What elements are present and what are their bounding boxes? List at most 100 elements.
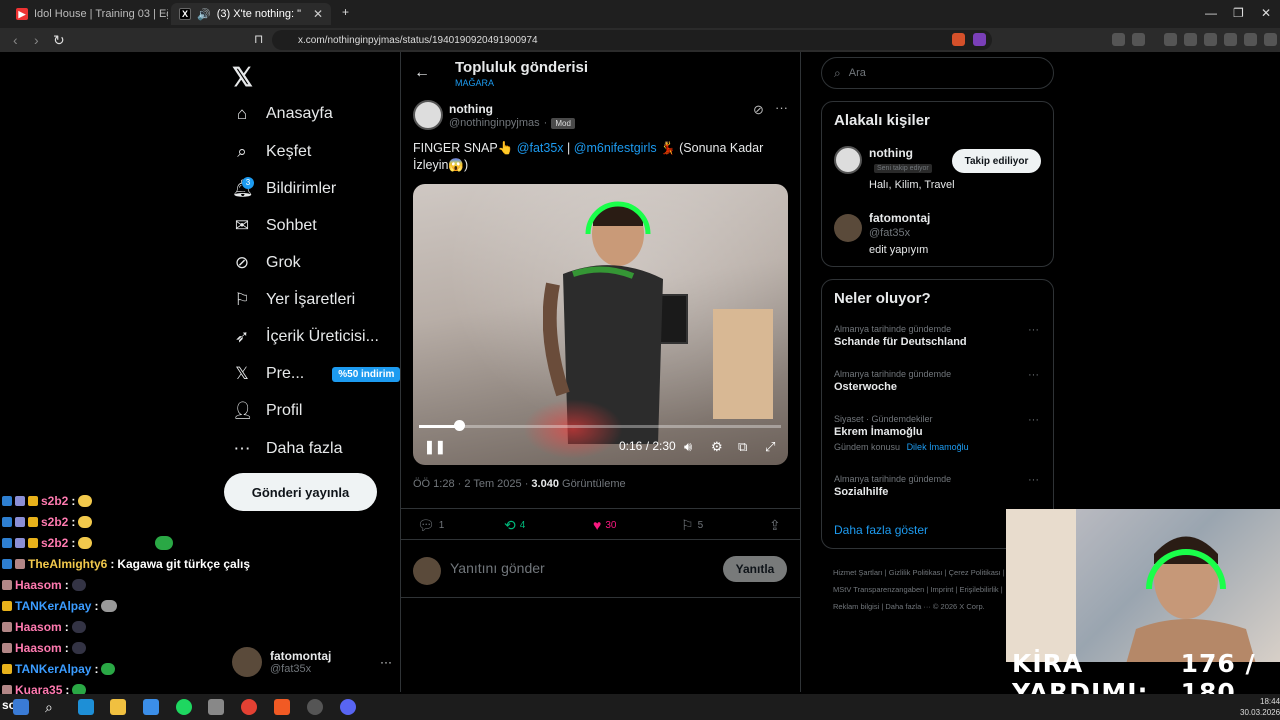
footer-link[interactable]: Erişilebilirlik xyxy=(959,585,998,594)
pause-icon[interactable]: ❚❚ xyxy=(424,439,446,455)
nav-home[interactable]: ⌂ Anasayfa xyxy=(232,100,333,128)
back-icon[interactable]: ‹ xyxy=(13,32,18,48)
brave-rewards-icon[interactable] xyxy=(973,33,986,46)
reload-icon[interactable]: ↻ xyxy=(53,32,65,49)
bookmark-action[interactable]: ⚐ 5 xyxy=(681,517,703,534)
footer-link[interactable]: Çerez Politikası xyxy=(949,568,1001,577)
video-scrubber-handle[interactable] xyxy=(453,420,465,431)
chat-username[interactable]: Haasom xyxy=(15,578,62,592)
more-icon[interactable]: ··· xyxy=(1028,324,1039,336)
calculator-icon[interactable] xyxy=(208,699,224,715)
chat-username[interactable]: Haasom xyxy=(15,641,62,655)
sidebar-icon[interactable] xyxy=(1184,33,1197,46)
close-tab-icon[interactable]: ✕ xyxy=(313,7,323,21)
chat-username[interactable]: s2b2 xyxy=(41,536,68,550)
forward-icon[interactable]: › xyxy=(34,32,39,48)
person-name[interactable]: nothing xyxy=(869,146,913,160)
more-icon[interactable]: ··· xyxy=(1028,414,1039,426)
discord-icon[interactable] xyxy=(340,699,356,715)
window-close-icon[interactable]: ✕ xyxy=(1261,6,1271,20)
fullscreen-icon[interactable]: ⤢ xyxy=(765,439,775,455)
volume-icon[interactable]: 🔊︎ xyxy=(684,439,692,455)
new-tab-icon[interactable]: + xyxy=(342,5,349,19)
nav-bookmarks[interactable]: ⚐ Yer İşaretleri xyxy=(232,286,355,314)
pip-icon[interactable]: ⧉ xyxy=(738,439,747,455)
nav-more[interactable]: ⋯ Daha fazla xyxy=(232,435,343,463)
community-link[interactable]: MAĞARA xyxy=(455,78,494,88)
trend-item[interactable]: Almanya tarihinde gündemde Osterwoche xyxy=(834,369,951,393)
extension-icon[interactable] xyxy=(1112,33,1125,46)
account-switcher[interactable]: fatomontaj @fat35x ··· xyxy=(232,644,392,680)
footer-link[interactable]: Imprint xyxy=(930,585,953,594)
windows-start-icon[interactable] xyxy=(13,699,29,715)
ai-icon[interactable] xyxy=(1224,33,1237,46)
following-button[interactable]: Takip ediliyor xyxy=(952,149,1041,173)
mail-icon[interactable] xyxy=(143,699,159,715)
maximize-icon[interactable]: ❐ xyxy=(1233,6,1244,20)
search-input[interactable]: ⌕ Ara xyxy=(821,57,1054,89)
show-more-link[interactable]: Daha fazla göster xyxy=(834,523,928,537)
post-button[interactable]: Gönderi yayınla xyxy=(224,473,377,511)
more-icon[interactable]: ··· xyxy=(380,655,392,669)
avatar[interactable] xyxy=(834,214,862,242)
footer-link[interactable]: Hizmet Şartları xyxy=(833,568,883,577)
more-icon[interactable]: ··· xyxy=(1028,474,1039,486)
bookmark-icon[interactable]: ⊓ xyxy=(254,32,263,46)
x-logo-icon[interactable]: 𝕏 xyxy=(232,62,253,93)
like-action[interactable]: ♥ 30 xyxy=(593,517,616,533)
menu-icon[interactable] xyxy=(1264,33,1277,46)
nav-grok[interactable]: ⊘ Grok xyxy=(232,249,301,277)
trend-item[interactable]: Siyaset · Gündemdekiler Ekrem İmamoğlu G… xyxy=(834,414,969,452)
chrome-icon[interactable] xyxy=(241,699,257,715)
reply-input[interactable]: Yanıtını gönder xyxy=(450,560,545,576)
footer-link[interactable]: Gizlilik Politikası xyxy=(889,568,943,577)
trend-item[interactable]: Almanya tarihinde gündemde Schande für D… xyxy=(834,324,967,348)
repost-action[interactable]: ⟲ 4 xyxy=(504,517,525,534)
chat-username[interactable]: s2b2 xyxy=(41,494,68,508)
footer-link[interactable]: MStV Transparenzangaben xyxy=(833,585,924,594)
reply-button[interactable]: Yanıtla xyxy=(723,556,787,582)
nav-messages[interactable]: ✉ Sohbet xyxy=(232,212,317,240)
chat-username[interactable]: TheAlmighty6 xyxy=(28,557,107,571)
spotify-icon[interactable] xyxy=(176,699,192,715)
chat-username[interactable]: Haasom xyxy=(15,620,62,634)
nav-creator-studio[interactable]: ➶ İçerik Üreticisi... xyxy=(232,323,379,351)
minimize-icon[interactable]: — xyxy=(1205,6,1217,20)
avatar[interactable] xyxy=(413,100,443,130)
tab-x-post[interactable]: X 🔊 (3) X'te nothing: "FINGER SNAP... ✕ xyxy=(171,3,331,25)
more-icon[interactable]: ··· xyxy=(775,100,788,115)
settings-gear-icon[interactable]: ⚙ xyxy=(711,439,723,455)
extension-icon[interactable] xyxy=(1132,33,1145,46)
vpn-icon[interactable] xyxy=(1244,33,1257,46)
folder-icon[interactable] xyxy=(110,699,126,715)
video-player[interactable]: ❚❚ 0:16 / 2:30 🔊︎ ⚙ ⧉ ⤢ xyxy=(413,184,788,465)
nav-premium[interactable]: 𝕏 Pre... %50 indirim xyxy=(232,360,401,388)
author-name[interactable]: nothing xyxy=(449,102,493,116)
share-action[interactable]: ⇪ xyxy=(769,517,781,534)
reply-action[interactable]: 💬︎ 1 xyxy=(417,517,444,534)
author-handle[interactable]: @nothinginpyjmas xyxy=(449,117,540,129)
nav-explore[interactable]: ⌕ Keşfet xyxy=(232,138,311,166)
nav-profile[interactable]: 👤︎ Profil xyxy=(232,397,302,425)
chat-username[interactable]: s2b2 xyxy=(41,515,68,529)
footer-link[interactable]: Daha fazla ··· xyxy=(885,602,930,611)
edge-icon[interactable] xyxy=(78,699,94,715)
video-progress-bar[interactable] xyxy=(419,425,781,428)
url-field[interactable]: x.com/nothinginpyjmas/status/19401909204… xyxy=(272,30,992,50)
search-icon[interactable]: ⌕ xyxy=(45,699,61,715)
post-timestamp[interactable]: ÖÖ 1:28 · 2 Tem 2025 · xyxy=(413,478,531,490)
chat-username[interactable]: TANKerAlpay xyxy=(15,599,91,613)
footer-link[interactable]: Reklam bilgisi xyxy=(833,602,879,611)
tab-idol-house[interactable]: ▶ Idol House | Training 03 | Eğitimler B… xyxy=(8,3,168,25)
back-arrow-icon[interactable]: ← xyxy=(414,64,430,82)
brave-icon[interactable] xyxy=(274,699,290,715)
system-clock[interactable]: 18:44 30.03.2026 xyxy=(1240,696,1280,718)
avatar[interactable] xyxy=(834,146,862,174)
mention-link[interactable]: @m6nifestgirls xyxy=(574,141,657,155)
more-icon[interactable]: ··· xyxy=(1028,369,1039,381)
trend-item[interactable]: Almanya tarihinde gündemde Sozialhilfe xyxy=(834,474,951,498)
mention-link[interactable]: @fat35x xyxy=(517,141,564,155)
obs-icon[interactable] xyxy=(307,699,323,715)
trend-extra-link[interactable]: Dilek İmamoğlu xyxy=(907,442,969,452)
brave-shield-icon[interactable] xyxy=(952,33,965,46)
